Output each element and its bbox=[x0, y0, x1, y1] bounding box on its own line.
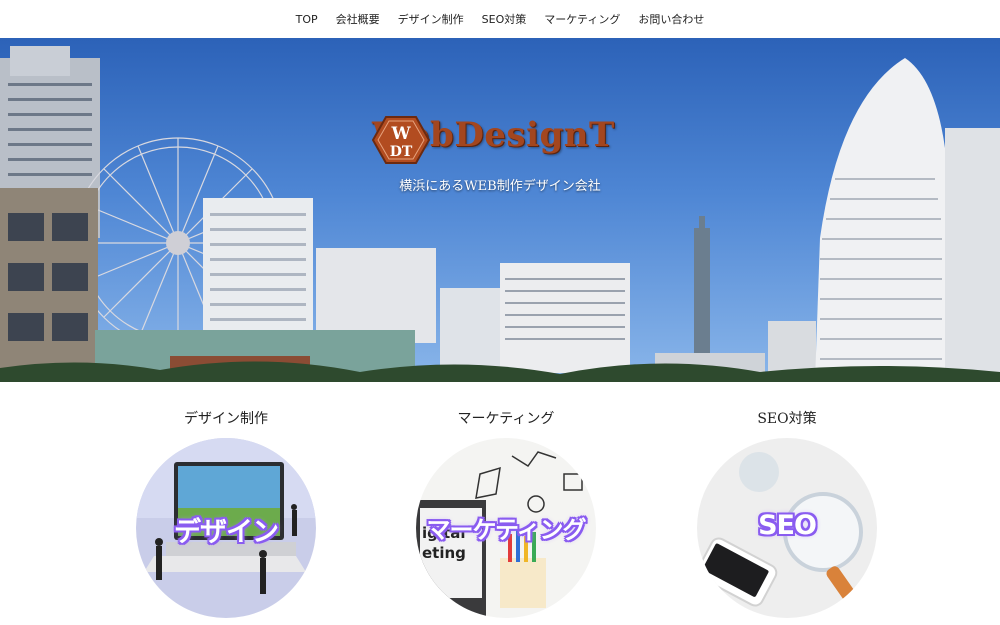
site-logo[interactable]: W DT WebDesignT bbox=[372, 115, 615, 164]
service-marketing-image[interactable]: igital eting マーケティング bbox=[416, 438, 596, 618]
service-marketing-title: マーケティング bbox=[457, 411, 555, 427]
nav-item-marketing[interactable]: マーケティング bbox=[544, 11, 620, 27]
service-design-image[interactable]: デザイン bbox=[136, 438, 316, 618]
nav-item-seo[interactable]: SEO対策 bbox=[482, 11, 527, 27]
service-design-label: デザイン bbox=[174, 517, 279, 548]
main-nav: TOP 会社概要 デザイン制作 SEO対策 マーケティング お問い合わせ bbox=[0, 0, 1000, 38]
nav-item-contact[interactable]: お問い合わせ bbox=[638, 11, 704, 27]
service-seo-image[interactable]: SEO bbox=[697, 438, 877, 618]
service-seo-label: SEO bbox=[758, 510, 817, 541]
logo-mark-dt: DT bbox=[390, 144, 413, 160]
logo-hexagon-icon: W DT bbox=[372, 116, 430, 164]
service-seo-title: SEO対策 bbox=[757, 411, 817, 427]
nav-item-top[interactable]: TOP bbox=[296, 13, 318, 26]
hero-cityscape-image bbox=[0, 46, 1000, 382]
service-seo[interactable]: SEO対策 SEO bbox=[697, 382, 877, 618]
logo-mark-w: W bbox=[390, 124, 411, 144]
nav-item-design[interactable]: デザイン制作 bbox=[398, 11, 464, 27]
service-design-title: デザイン制作 bbox=[184, 411, 268, 427]
hero-tagline: 横浜にあるWEB制作デザイン会社 bbox=[399, 179, 601, 194]
svg-text:eting: eting bbox=[422, 544, 466, 562]
service-marketing-label: マーケティング bbox=[426, 516, 586, 544]
service-design[interactable]: デザイン制作 デザイン bbox=[136, 382, 316, 618]
hero-banner: W DT WebDesignT 横浜にあるWEB制作デザイン会社 bbox=[0, 38, 1000, 382]
nav-item-company[interactable]: 会社概要 bbox=[336, 11, 380, 27]
services-section: デザイン制作 デザイン マーケティング igital eting マーケティング… bbox=[0, 382, 1000, 625]
service-marketing[interactable]: マーケティング igital eting マーケティング bbox=[416, 382, 596, 618]
